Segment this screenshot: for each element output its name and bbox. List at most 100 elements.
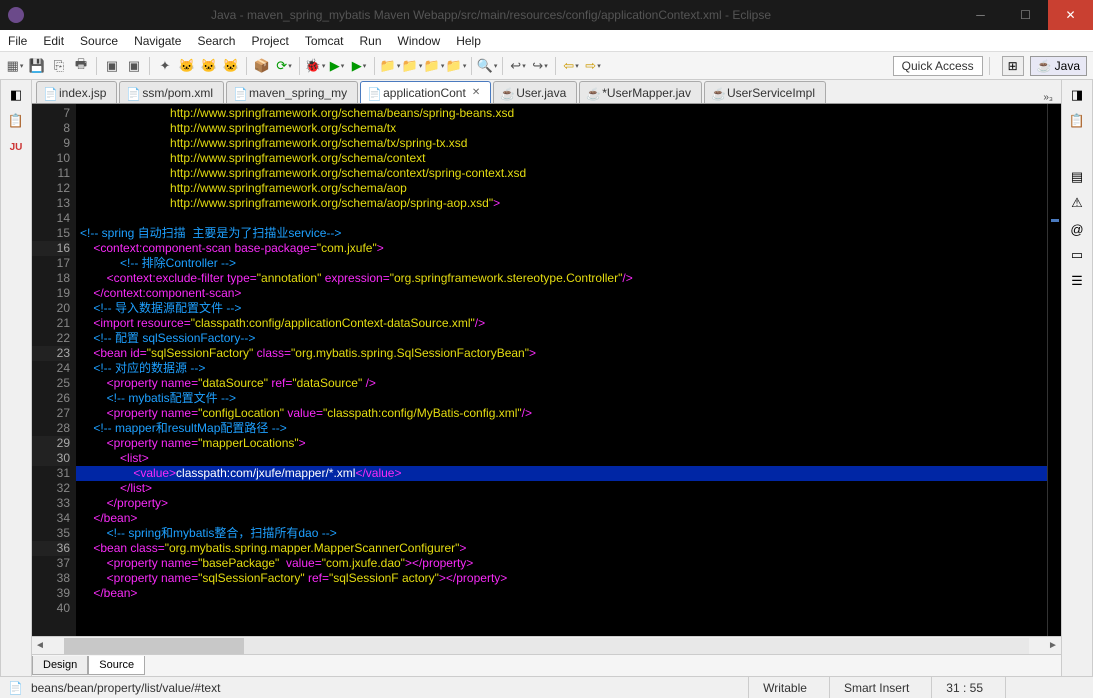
line-number[interactable]: 14 [32, 211, 70, 226]
line-number[interactable]: 40 [32, 601, 70, 616]
code-line-11[interactable]: http://www.springframework.org/schema/co… [76, 166, 1047, 181]
line-number[interactable]: 26 [32, 391, 70, 406]
code-line-39[interactable]: </bean> [76, 586, 1047, 601]
line-number[interactable]: 18 [32, 271, 70, 286]
line-number[interactable]: 27 [32, 406, 70, 421]
line-number[interactable]: 34 [32, 511, 70, 526]
print-icon[interactable]: 🖶 [72, 57, 90, 75]
line-number[interactable]: 19 [32, 286, 70, 301]
line-number[interactable]: 37 [32, 556, 70, 571]
line-number[interactable]: 12 [32, 181, 70, 196]
code-line-38[interactable]: <property name="sqlSessionFactory" ref="… [76, 571, 1047, 586]
servers-icon[interactable]: ☰ [1068, 272, 1086, 290]
code-line-8[interactable]: http://www.springframework.org/schema/tx [76, 121, 1047, 136]
run-icon[interactable]: ▶▾ [328, 57, 346, 75]
tab-userserviceimpl[interactable]: ☕UserServiceImpl [704, 81, 826, 103]
problems-icon[interactable]: ⚠ [1068, 194, 1086, 212]
menu-tomcat[interactable]: Tomcat [305, 34, 344, 48]
code-line-32[interactable]: </list> [76, 481, 1047, 496]
horizontal-scrollbar[interactable]: ◄ ► [32, 636, 1061, 654]
search-icon[interactable]: 🔍▾ [478, 57, 496, 75]
tab-index-jsp[interactable]: 📄index.jsp [36, 81, 117, 103]
prev-annotation-icon[interactable]: ↩▾ [509, 57, 527, 75]
code-line-36[interactable]: <bean class="org.mybatis.spring.mapper.M… [76, 541, 1047, 556]
minimize-button[interactable]: ─ [958, 0, 1003, 30]
line-number[interactable]: 8 [32, 121, 70, 136]
save-all-icon[interactable]: ⎘ [50, 57, 68, 75]
code-line-24[interactable]: <!-- 对应的数据源 --> [76, 361, 1047, 376]
tomcat-restart-icon[interactable]: 🐱 [222, 57, 240, 75]
code-line-28[interactable]: <!-- mapper和resultMap配置路径 --> [76, 421, 1047, 436]
build2-icon[interactable]: ▣ [125, 57, 143, 75]
scroll-thumb[interactable] [64, 638, 244, 654]
code-line-16[interactable]: <context:component-scan base-package="co… [76, 241, 1047, 256]
wand-icon[interactable]: ✦ [156, 57, 174, 75]
console-icon[interactable]: ▭ [1068, 246, 1086, 264]
line-number[interactable]: 22 [32, 331, 70, 346]
code-line-10[interactable]: http://www.springframework.org/schema/co… [76, 151, 1047, 166]
menu-run[interactable]: Run [360, 34, 382, 48]
debug-icon[interactable]: 🐞▾ [306, 57, 324, 75]
open-perspective-button[interactable]: ⊞ [1002, 56, 1024, 76]
back-icon[interactable]: ⇦▾ [562, 57, 580, 75]
code-line-31[interactable]: <value>classpath:com/jxufe/mapper/*.xml<… [76, 466, 1047, 481]
menu-source[interactable]: Source [80, 34, 118, 48]
code-line-26[interactable]: <!-- mybatis配置文件 --> [76, 391, 1047, 406]
code-line-17[interactable]: <!-- 排除Controller --> [76, 256, 1047, 271]
overview-ruler[interactable] [1047, 104, 1061, 636]
menu-navigate[interactable]: Navigate [134, 34, 181, 48]
tab-applicationcont[interactable]: 📄applicationCont✕ [360, 81, 491, 103]
code-content[interactable]: http://www.springframework.org/schema/be… [76, 104, 1047, 636]
line-number[interactable]: 32 [32, 481, 70, 496]
line-number[interactable]: 9 [32, 136, 70, 151]
line-number[interactable]: 23 [32, 346, 70, 361]
junit-icon[interactable]: JU [7, 138, 25, 156]
line-number[interactable]: 25 [32, 376, 70, 391]
package-explorer-icon[interactable]: 📋 [7, 112, 25, 130]
line-number[interactable]: 17 [32, 256, 70, 271]
tab-user-java[interactable]: ☕User.java [493, 81, 577, 103]
source-tab[interactable]: Source [88, 656, 145, 675]
code-line-37[interactable]: <property name="basePackage" value="com.… [76, 556, 1047, 571]
tab-maven-spring-my[interactable]: 📄maven_spring_my [226, 81, 358, 103]
code-line-30[interactable]: <list> [76, 451, 1047, 466]
code-line-22[interactable]: <!-- 配置 sqlSessionFactory--> [76, 331, 1047, 346]
build-icon[interactable]: ▣ [103, 57, 121, 75]
close-button[interactable]: ✕ [1048, 0, 1093, 30]
line-number[interactable]: 38 [32, 571, 70, 586]
new-package-icon[interactable]: 📁▾ [381, 57, 399, 75]
menu-search[interactable]: Search [197, 34, 235, 48]
java-perspective-button[interactable]: ☕ Java [1030, 56, 1087, 76]
line-number[interactable]: 21 [32, 316, 70, 331]
code-line-29[interactable]: <property name="mapperLocations"> [76, 436, 1047, 451]
save-icon[interactable]: 💾 [28, 57, 46, 75]
tab--usermapper-jav[interactable]: ☕*UserMapper.jav [579, 81, 702, 103]
tabs-overflow-button[interactable]: »₃ [1035, 92, 1061, 103]
package-icon[interactable]: 📦 [253, 57, 271, 75]
code-line-27[interactable]: <property name="configLocation" value="c… [76, 406, 1047, 421]
outline-icon[interactable]: ▤ [1068, 168, 1086, 186]
scroll-track[interactable] [64, 638, 1029, 654]
line-number[interactable]: 36 [32, 541, 70, 556]
run-last-icon[interactable]: ▶▾ [350, 57, 368, 75]
line-number[interactable]: 11 [32, 166, 70, 181]
declaration-icon[interactable]: @ [1068, 220, 1086, 238]
line-number[interactable]: 33 [32, 496, 70, 511]
line-number[interactable]: 31 [32, 466, 70, 481]
menu-edit[interactable]: Edit [43, 34, 64, 48]
menu-file[interactable]: File [8, 34, 27, 48]
scroll-right-arrow[interactable]: ► [1045, 640, 1061, 651]
line-number[interactable]: 28 [32, 421, 70, 436]
code-line-12[interactable]: http://www.springframework.org/schema/ao… [76, 181, 1047, 196]
restore-right-icon[interactable]: ◨ [1068, 86, 1086, 104]
refresh-icon[interactable]: ⟳▾ [275, 57, 293, 75]
open-type-icon[interactable]: 📁▾ [447, 57, 465, 75]
new-class-icon[interactable]: 📁▾ [403, 57, 421, 75]
line-number[interactable]: 13 [32, 196, 70, 211]
maximize-button[interactable]: ☐ [1003, 0, 1048, 30]
scroll-left-arrow[interactable]: ◄ [32, 640, 48, 651]
new-folder-icon[interactable]: 📁▾ [425, 57, 443, 75]
code-line-19[interactable]: </context:component-scan> [76, 286, 1047, 301]
code-line-34[interactable]: </bean> [76, 511, 1047, 526]
code-line-13[interactable]: http://www.springframework.org/schema/ao… [76, 196, 1047, 211]
